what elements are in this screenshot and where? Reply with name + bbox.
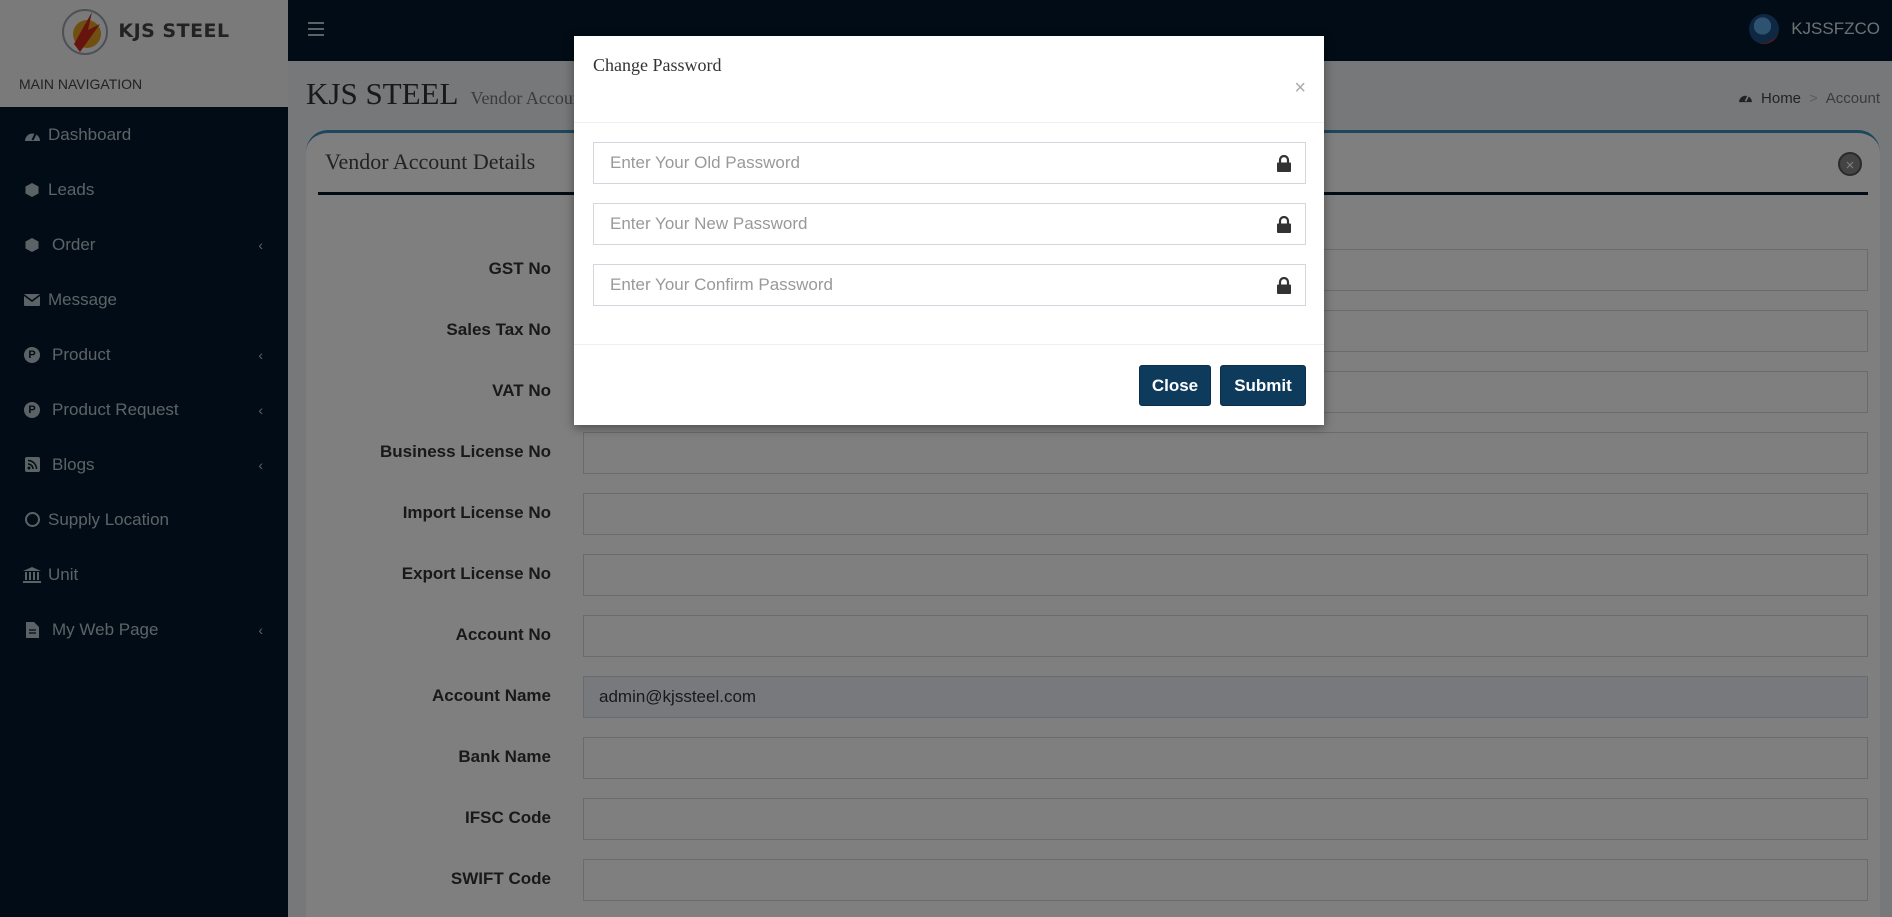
new-password-field — [593, 203, 1306, 245]
submit-button[interactable]: Submit — [1220, 365, 1306, 406]
confirm-password-input[interactable] — [594, 265, 1305, 305]
lock-icon — [1277, 216, 1291, 233]
change-password-modal: Change Password × Close Submit — [574, 36, 1324, 425]
modal-title: Change Password — [593, 55, 722, 75]
modal-header: Change Password × — [574, 36, 1324, 123]
close-icon[interactable]: × — [1294, 77, 1306, 100]
confirm-password-field — [593, 264, 1306, 306]
old-password-field — [593, 142, 1306, 184]
lock-icon — [1277, 277, 1291, 294]
close-button[interactable]: Close — [1139, 365, 1211, 406]
new-password-input[interactable] — [594, 204, 1305, 244]
old-password-input[interactable] — [594, 143, 1305, 183]
lock-icon — [1277, 155, 1291, 172]
modal-footer: Close Submit — [574, 344, 1324, 425]
